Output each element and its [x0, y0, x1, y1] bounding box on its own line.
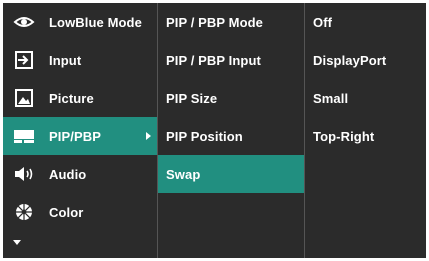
- menu-item-input[interactable]: Input: [3, 41, 157, 79]
- submenu-item-label: PIP / PBP Mode: [166, 14, 264, 30]
- value-pip-position: Top-Right: [305, 117, 426, 155]
- speaker-icon: [15, 167, 33, 181]
- menu-item-label: Color: [49, 204, 84, 220]
- menu-item-label: Picture: [49, 90, 94, 106]
- eye-icon: [13, 17, 35, 27]
- menu-item-label: LowBlue Mode: [49, 14, 142, 30]
- submenu-item-pip-pbp-mode[interactable]: PIP / PBP Mode: [158, 3, 304, 41]
- osd-menu: LowBlue Mode Input Picture PIP/PBP Audio…: [3, 3, 426, 258]
- pip-pbp-icon: [14, 130, 34, 143]
- submenu-item-label: PIP Position: [166, 128, 243, 144]
- values-column: Off DisplayPort Small Top-Right: [305, 3, 426, 258]
- submenu-item-label: Swap: [166, 166, 201, 182]
- submenu-item-label: PIP Size: [166, 90, 218, 106]
- menu-item-label: PIP/PBP: [49, 128, 101, 144]
- submenu-item-pip-pbp-input[interactable]: PIP / PBP Input: [158, 41, 304, 79]
- menu-item-lowblue-mode[interactable]: LowBlue Mode: [3, 3, 157, 41]
- submenu-item-swap[interactable]: Swap: [158, 155, 304, 193]
- input-arrow-icon: [15, 51, 33, 69]
- chevron-down-icon[interactable]: [13, 240, 21, 245]
- value-pip-size: Small: [305, 79, 426, 117]
- menu-item-audio[interactable]: Audio: [3, 155, 157, 193]
- chevron-right-icon: [146, 132, 151, 140]
- value-label: Small: [313, 90, 349, 106]
- picture-icon: [15, 89, 33, 107]
- value-label: DisplayPort: [313, 52, 387, 68]
- menu-item-color[interactable]: Color: [3, 193, 157, 231]
- menu-item-label: Input: [49, 52, 82, 68]
- value-label: Top-Right: [313, 128, 375, 144]
- submenu-item-pip-position[interactable]: PIP Position: [158, 117, 304, 155]
- value-pip-pbp-mode: Off: [305, 3, 426, 41]
- value-label: Off: [313, 14, 333, 30]
- color-wheel-icon: [16, 204, 32, 220]
- submenu-item-label: PIP / PBP Input: [166, 52, 261, 68]
- menu-item-pip-pbp[interactable]: PIP/PBP: [3, 117, 157, 155]
- submenu-item-pip-size[interactable]: PIP Size: [158, 79, 304, 117]
- value-pip-pbp-input: DisplayPort: [305, 41, 426, 79]
- main-menu: LowBlue Mode Input Picture PIP/PBP Audio…: [3, 3, 157, 258]
- pip-pbp-submenu: PIP / PBP Mode PIP / PBP Input PIP Size …: [158, 3, 304, 258]
- menu-item-label: Audio: [49, 166, 87, 182]
- menu-item-picture[interactable]: Picture: [3, 79, 157, 117]
